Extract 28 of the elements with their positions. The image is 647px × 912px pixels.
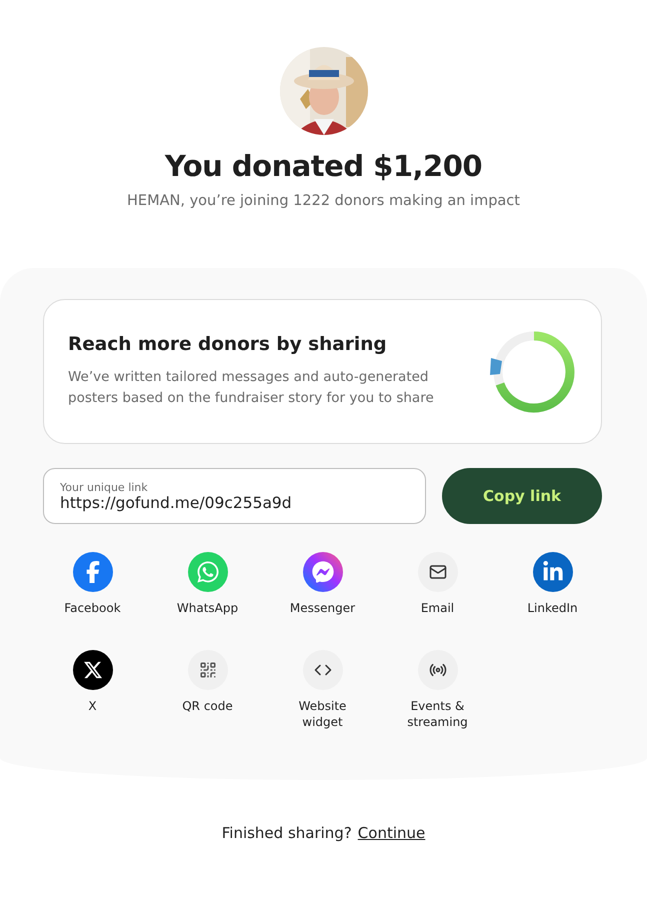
share-option[interactable]: Messenger (265, 552, 380, 630)
link-field[interactable]: Your unique link https://gofund.me/09c255a9d (43, 468, 426, 524)
email-icon (418, 552, 458, 592)
qr-code-icon (188, 650, 228, 690)
finished-prompt: Finished sharing? (222, 824, 352, 842)
x-icon (72, 650, 112, 690)
link-input[interactable]: https://gofund.me/09c255a9d (60, 494, 409, 512)
share-option[interactable]: Events & streaming (380, 650, 495, 728)
code-icon (302, 650, 342, 690)
continue-link[interactable]: Continue (358, 824, 426, 842)
share-option[interactable]: LinkedIn (495, 552, 610, 630)
share-option[interactable]: Website widget (265, 650, 380, 728)
share-option[interactable]: X (35, 650, 150, 728)
broadcast-icon (418, 650, 458, 690)
card-title: Reach more donors by sharing (68, 334, 388, 355)
share-option[interactable]: QR code (150, 650, 265, 728)
share-option[interactable]: WhatsApp (150, 552, 265, 630)
share-option[interactable]: Email (380, 552, 495, 630)
linkedin-icon (532, 552, 572, 592)
facebook-icon (72, 552, 112, 592)
copy-link-button[interactable]: Copy link (442, 468, 602, 524)
messenger-icon (302, 552, 342, 592)
donors-subtitle: HEMAN, you’re joining 1222 donors making an impact (127, 193, 520, 209)
field-label: Your unique link (60, 480, 149, 494)
donation-title: You donated $1,200 (164, 149, 482, 183)
whatsapp-icon (188, 552, 228, 592)
card-description: We’ve written tailored messages and auto-generated posters based on the fundraiser story for you to share (68, 368, 435, 408)
share-option[interactable]: Facebook (35, 552, 150, 630)
